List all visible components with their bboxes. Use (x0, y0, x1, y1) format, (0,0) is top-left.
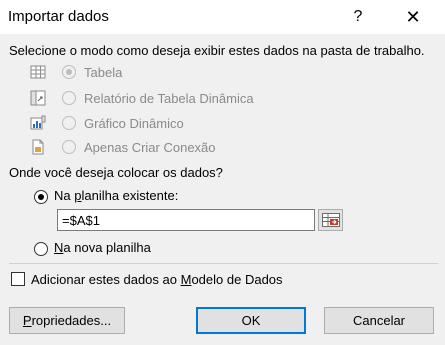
option-pivot-chart: Gráfico Dinâmico (30, 113, 184, 133)
collapse-dialog-button[interactable] (318, 209, 343, 231)
option-pivot-chart-label: Gráfico Dinâmico (84, 115, 184, 131)
pivot-table-icon (30, 90, 46, 106)
title-bar: Importar dados ? ✕ (0, 0, 445, 34)
option-connection-only: Apenas Criar Conexão (30, 137, 216, 157)
existing-sheet-label-post: lanilha existente: (81, 188, 179, 203)
properties-button[interactable]: Propriedades... (9, 307, 125, 334)
cell-reference-input[interactable] (57, 209, 315, 231)
data-model-label-post: odelo de Dados (191, 272, 283, 287)
radio-pivot-table (62, 91, 76, 105)
option-pivot-table-label: Relatório de Tabela Dinâmica (84, 90, 254, 106)
radio-existing-sheet[interactable] (34, 190, 48, 204)
radio-table (62, 65, 76, 79)
existing-sheet-label[interactable]: Na planilha existente: (54, 188, 178, 203)
range-select-icon (321, 213, 340, 227)
cancel-button[interactable]: Cancelar (324, 307, 434, 334)
import-data-dialog: Importar dados ? ✕ Selecione o modo como… (0, 0, 445, 345)
help-button[interactable]: ? (347, 6, 369, 28)
separator (9, 263, 438, 264)
radio-pivot-chart (62, 116, 76, 130)
properties-mnemonic: P (22, 313, 32, 328)
existing-sheet-label-pre: Na (54, 188, 75, 203)
table-icon (30, 64, 46, 80)
properties-label-post: ropriedades... (31, 313, 112, 328)
data-model-mnemonic: M (180, 272, 192, 287)
pivot-chart-icon (30, 115, 46, 131)
data-model-label[interactable]: Adicionar estes dados ao Modelo de Dados (31, 272, 283, 287)
display-mode-prompt: Selecione o modo como deseja exibir este… (9, 43, 425, 58)
option-pivot-table: Relatório de Tabela Dinâmica (30, 88, 254, 108)
dialog-title: Importar dados (8, 8, 109, 25)
option-table-label: Tabela (84, 64, 123, 80)
ok-button[interactable]: OK (196, 307, 306, 334)
data-model-label-pre: Adicionar estes dados ao (31, 272, 181, 287)
close-button[interactable]: ✕ (402, 6, 424, 28)
new-sheet-mnemonic: N (54, 240, 64, 255)
destination-prompt: Onde você deseja colocar os dados? (9, 165, 223, 180)
data-model-checkbox[interactable] (11, 272, 25, 286)
radio-new-sheet[interactable] (34, 242, 48, 256)
new-sheet-label[interactable]: Na nova planilha (54, 240, 151, 255)
option-table: Tabela (30, 62, 122, 82)
radio-connection-only (62, 140, 76, 154)
option-connection-only-label: Apenas Criar Conexão (84, 139, 216, 155)
connection-icon (30, 139, 46, 155)
new-sheet-label-post: a nova planilha (63, 240, 151, 255)
